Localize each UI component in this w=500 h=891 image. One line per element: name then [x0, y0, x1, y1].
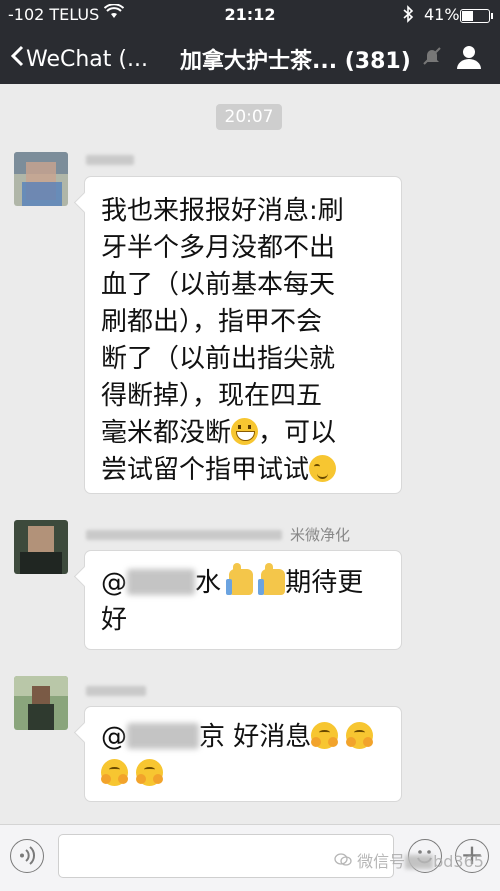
battery-icon	[460, 9, 493, 23]
message-line: @ 京 好消息	[101, 719, 387, 756]
sender-name-redacted	[86, 530, 282, 540]
mention-at: @	[101, 568, 127, 598]
mute-icon	[422, 46, 442, 66]
message-line: 尝试留个指甲试试	[101, 452, 387, 489]
hug-emoji	[136, 759, 163, 786]
message-text: @ 京 好消息	[101, 719, 387, 793]
message-timestamp: 20:07	[216, 104, 282, 130]
message-line-text: 毫米都没断	[101, 418, 232, 448]
grinning-emoji	[231, 418, 259, 445]
message-bubble[interactable]: @ 水 期待更 好	[84, 550, 402, 650]
avatar[interactable]	[14, 676, 68, 730]
thumbs-up-emoji	[226, 563, 254, 595]
chevron-left-icon	[10, 44, 24, 74]
hug-emoji	[311, 722, 339, 749]
message-line-text: 期待更	[285, 568, 364, 598]
bluetooth-icon	[402, 5, 414, 27]
voice-button[interactable]	[10, 839, 44, 873]
message-line: 好	[101, 605, 128, 635]
message-line: 断了（以前出指尖就	[101, 344, 336, 374]
mention-partial: 水	[195, 568, 222, 598]
message-line: @ 水 期待更	[101, 563, 387, 602]
message-line-text: 好消息	[233, 722, 312, 752]
watermark-logo-icon	[334, 852, 357, 871]
mention-partial: 京	[199, 722, 226, 752]
voice-icon	[11, 846, 42, 875]
message-line: 牙半个多月没都不出	[101, 233, 336, 263]
mention-redacted	[127, 569, 195, 595]
sender-name-redacted	[86, 155, 134, 165]
avatar[interactable]	[14, 152, 68, 206]
battery-percent: 41%	[424, 5, 460, 24]
contact-icon[interactable]	[454, 42, 484, 72]
message-bubble[interactable]: 我也来报报好消息:刷 牙半个多月没都不出 血了（以前基本每天 刷都出），指甲不会…	[84, 176, 402, 494]
watermark-suffix: bd365	[433, 852, 484, 871]
blush-emoji	[309, 455, 337, 482]
message-line: 毫米都没断 ，可以	[101, 415, 387, 452]
message-line	[101, 756, 387, 793]
chat-title: 加拿大护士茶... (381)	[180, 49, 411, 74]
thumbs-up-emoji	[258, 563, 286, 595]
message-line-suffix: ，可以	[258, 418, 337, 448]
message-bubble[interactable]: @ 京 好消息	[84, 706, 402, 802]
message-line: 我也来报报好消息:刷	[101, 196, 344, 226]
sender-name-redacted	[86, 686, 146, 696]
message-line: 刷都出），指甲不会	[101, 307, 323, 337]
watermark: 微信号 bd365	[334, 848, 484, 872]
sender-name: 米微净化	[290, 526, 351, 544]
watermark-redacted	[405, 855, 434, 869]
hug-emoji	[101, 759, 128, 786]
message-text: @ 水 期待更 好	[101, 563, 387, 639]
message-line: 血了（以前基本每天	[101, 270, 336, 300]
message-line-text: 尝试留个指甲试试	[101, 455, 310, 485]
chat-header: WeChat (... 加拿大护士茶... (381)	[0, 30, 500, 84]
status-bar: -102 TELUS 21:12 41%	[0, 0, 500, 30]
message-text: 我也来报报好消息:刷 牙半个多月没都不出 血了（以前基本每天 刷都出），指甲不会…	[101, 193, 387, 489]
hug-emoji	[346, 722, 374, 749]
mention-redacted	[127, 723, 199, 749]
back-label: WeChat (...	[26, 47, 148, 72]
mention-at: @	[101, 722, 127, 752]
back-button[interactable]: WeChat (...	[10, 43, 148, 73]
message-line: 得断掉），现在四五	[101, 381, 323, 411]
watermark-text: 微信号	[357, 852, 406, 871]
avatar[interactable]	[14, 520, 68, 574]
